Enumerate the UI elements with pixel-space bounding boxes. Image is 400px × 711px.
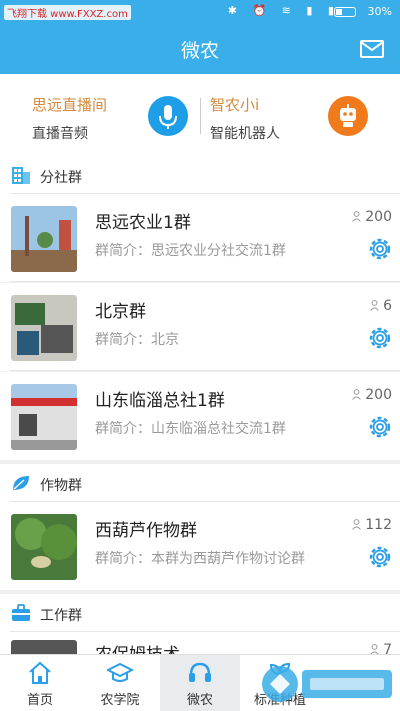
member-count: 7 xyxy=(370,642,392,654)
briefcase-icon xyxy=(12,604,30,621)
group-description: 群简介：思远农业分社交流1群 xyxy=(95,243,286,259)
tab-academy[interactable]: 农学院 xyxy=(80,655,160,711)
group-description: 群简介：北京 xyxy=(95,332,179,348)
group-thumbnail xyxy=(11,384,77,450)
status-bar: 飞翔下载 www.FXXZ.com ✱ ⏰ ≋ ▮ ▮ 30% xyxy=(0,0,400,24)
page-title: 微农 xyxy=(180,40,219,62)
home-icon xyxy=(29,661,51,684)
person-icon xyxy=(370,644,379,654)
group-thumbnail xyxy=(11,206,77,272)
member-count: 112 xyxy=(352,517,392,533)
site-watermark-logo xyxy=(262,666,392,702)
section-label: 作物群 xyxy=(40,478,82,494)
gear-icon[interactable] xyxy=(367,236,393,262)
group-row[interactable]: 北京群 群简介：北京 6 xyxy=(0,283,400,371)
group-name: 农保姆技术 xyxy=(95,640,180,654)
gear-icon[interactable] xyxy=(367,544,393,570)
battery-percent: 30% xyxy=(367,5,392,18)
group-name: 思远农业1群 xyxy=(95,213,191,233)
battery-icon xyxy=(334,7,356,17)
group-thumbnail xyxy=(11,640,77,654)
group-name: 山东临淄总社1群 xyxy=(95,391,225,411)
group-thumbnail xyxy=(11,295,77,361)
status-icons: ✱ ⏰ ≋ ▮ ▮ xyxy=(227,4,340,17)
gear-icon[interactable] xyxy=(367,325,393,351)
title-bar: 微农 xyxy=(0,24,400,74)
graduation-cap-icon xyxy=(107,662,133,682)
live-room-title: 思远直播间 xyxy=(32,96,108,114)
section-work-groups: 工作群 xyxy=(0,594,400,632)
group-row[interactable]: 西葫芦作物群 群简介：本群为西葫芦作物讨论群 112 xyxy=(0,502,400,590)
section-label: 工作群 xyxy=(40,608,82,624)
divider xyxy=(200,98,201,134)
member-count: 200 xyxy=(352,209,392,225)
person-icon xyxy=(370,300,379,311)
leaf-icon xyxy=(13,476,29,490)
gear-icon[interactable] xyxy=(367,414,393,440)
group-row[interactable]: 农保姆技术 7 xyxy=(0,632,400,654)
assistant-title: 智农小i xyxy=(210,96,260,114)
live-panel: 思远直播间 直播音频 智农小i 智能机器人 xyxy=(0,74,400,156)
tab-label: 首页 xyxy=(26,693,53,708)
member-count: 6 xyxy=(370,298,392,314)
group-description: 群简介：本群为西葫芦作物讨论群 xyxy=(95,551,305,567)
headset-icon xyxy=(189,662,211,682)
group-name: 西葫芦作物群 xyxy=(95,521,197,541)
tab-label: 农学院 xyxy=(100,693,140,708)
member-count: 200 xyxy=(352,387,392,403)
tab-home[interactable]: 首页 xyxy=(0,655,80,711)
watermark-text: 飞翔下载 www.FXXZ.com xyxy=(4,5,131,20)
robot-button[interactable] xyxy=(328,96,368,136)
group-row[interactable]: 山东临淄总社1群 群简介：山东临淄总社交流1群 200 xyxy=(0,372,400,460)
group-name: 北京群 xyxy=(95,302,146,322)
tab-label: 微农 xyxy=(186,693,213,708)
section-branch-groups: 分社群 xyxy=(0,156,400,194)
mail-icon[interactable] xyxy=(360,38,384,60)
live-room-subtitle: 直播音频 xyxy=(32,126,88,142)
tab-weinong[interactable]: 微农 xyxy=(160,655,240,711)
group-description: 群简介：山东临淄总社交流1群 xyxy=(95,421,286,437)
person-icon xyxy=(352,519,362,530)
robot-icon xyxy=(340,104,356,127)
person-icon xyxy=(352,389,362,400)
assistant-subtitle: 智能机器人 xyxy=(210,126,280,142)
group-thumbnail xyxy=(11,514,77,580)
person-icon xyxy=(352,211,362,222)
group-row[interactable]: 思远农业1群 群简介：思远农业分社交流1群 200 xyxy=(0,194,400,282)
section-crop-groups: 作物群 xyxy=(0,464,400,502)
microphone-button[interactable] xyxy=(148,96,188,136)
microphone-icon xyxy=(159,105,177,129)
section-label: 分社群 xyxy=(40,170,82,186)
building-icon xyxy=(12,167,30,184)
